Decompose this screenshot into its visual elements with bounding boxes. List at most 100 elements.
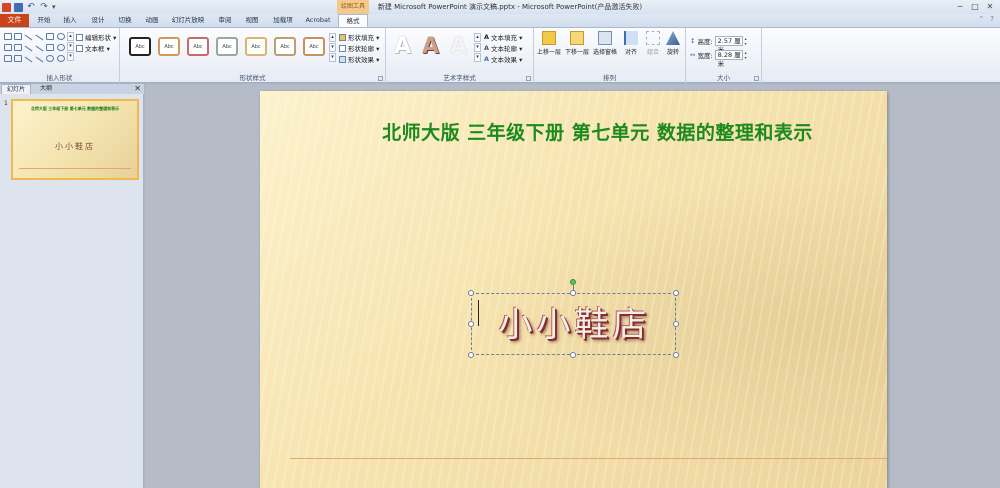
shape-style-6[interactable]: Abc xyxy=(274,37,296,56)
send-backward-button[interactable]: 下移一层 xyxy=(564,31,590,56)
tab-outline[interactable]: 大纲 xyxy=(33,84,59,94)
tab-design[interactable]: 设计 xyxy=(87,14,109,27)
minimize-ribbon-icon[interactable]: ⌃ xyxy=(978,15,984,23)
wordart-style-2[interactable]: A xyxy=(422,35,439,59)
curve-shape-icon[interactable] xyxy=(35,56,44,63)
group-label-arrange: 排列 xyxy=(603,74,616,82)
close-panel-icon[interactable]: ✕ xyxy=(134,84,141,94)
slide-thumbnail[interactable]: 北师大版 三年级下册 第七单元 数据的整理和表示 小小鞋店 xyxy=(11,99,139,180)
elbow-connector-icon[interactable] xyxy=(24,45,33,52)
triangle-shape-icon[interactable] xyxy=(14,44,22,51)
shape-style-5[interactable]: Abc xyxy=(245,37,267,56)
slide-title[interactable]: 北师大版 三年级下册 第七单元 数据的整理和表示 xyxy=(260,118,887,145)
arrow-shape-icon[interactable] xyxy=(35,34,44,41)
textbox-wordart-text[interactable]: 小小鞋店 xyxy=(472,306,677,344)
send-backward-icon xyxy=(570,31,584,45)
edit-shape-button[interactable]: 编辑形状 ▾ xyxy=(76,32,116,42)
rotation-handle[interactable] xyxy=(570,279,576,285)
tab-home[interactable]: 开始 xyxy=(33,14,55,27)
brace-left-shape-icon[interactable] xyxy=(46,55,54,62)
width-spinner-icon[interactable]: ▴ ▾ xyxy=(745,50,750,60)
shapes-scroll-up-icon[interactable]: ▴ xyxy=(67,32,74,41)
shape-fill-button[interactable]: 形状填充 ▾ xyxy=(339,32,379,42)
resize-handle-bottom-left[interactable] xyxy=(468,352,474,358)
tab-view[interactable]: 视图 xyxy=(241,14,263,27)
height-spinner-icon[interactable]: ▴ ▾ xyxy=(745,36,750,46)
rect-shape-icon[interactable] xyxy=(46,33,54,40)
freeform-shape-icon[interactable] xyxy=(14,55,22,62)
close-icon[interactable]: ✕ xyxy=(984,2,996,12)
selection-pane-label: 选择窗格 xyxy=(592,49,617,56)
curved-connector-icon[interactable] xyxy=(35,45,44,52)
resize-handle-left[interactable] xyxy=(468,321,474,327)
shape-style-4[interactable]: Abc xyxy=(216,37,238,56)
shape-style-2[interactable]: Abc xyxy=(158,37,180,56)
tab-insert[interactable]: 插入 xyxy=(59,14,81,27)
shape-effects-button[interactable]: 形状效果 ▾ xyxy=(339,54,379,64)
tab-acrobat[interactable]: Acrobat xyxy=(302,14,334,27)
minimize-icon[interactable]: ─ xyxy=(954,2,966,12)
width-input[interactable]: 8.28 厘米 xyxy=(714,50,743,68)
maximize-icon[interactable]: □ xyxy=(969,2,981,12)
resize-handle-top[interactable] xyxy=(570,290,576,296)
shape-styles-launcher-icon[interactable] xyxy=(378,76,383,81)
slide-canvas[interactable]: 北师大版 三年级下册 第七单元 数据的整理和表示 小小鞋店 xyxy=(260,91,887,488)
tab-animations[interactable]: 动画 xyxy=(141,14,163,27)
rotate-button[interactable]: 旋转 xyxy=(660,31,686,56)
wordart-style-3[interactable]: A xyxy=(450,35,467,59)
selection-pane-button[interactable]: 选择窗格 xyxy=(592,31,618,56)
tab-transitions[interactable]: 切换 xyxy=(114,14,136,27)
width-row: ↔ 宽度: 8.28 厘米 ▴ ▾ xyxy=(690,50,750,68)
styles-more-icon[interactable]: ▾ xyxy=(329,53,336,62)
styles-scroll-up-icon[interactable]: ▴ xyxy=(329,33,336,42)
styles-scroll-down-icon[interactable]: ▾ xyxy=(329,43,336,52)
wordart-scroll-down-icon[interactable]: ▾ xyxy=(474,43,481,52)
shapes-scroll-down-icon[interactable]: ▾ xyxy=(67,42,74,51)
tab-addins[interactable]: 加载项 xyxy=(268,14,298,27)
size-launcher-icon[interactable] xyxy=(754,76,759,81)
shape-style-3[interactable]: Abc xyxy=(187,37,209,56)
thumbnail-title: 北师大版 三年级下册 第七单元 数据的整理和表示 xyxy=(30,106,120,111)
text-box-button[interactable]: 文本框 ▾ xyxy=(76,43,110,53)
tab-format[interactable]: 格式 xyxy=(338,14,368,27)
height-input[interactable]: 2.57 厘米 xyxy=(714,36,743,54)
star-shape-icon[interactable] xyxy=(57,44,65,51)
resize-handle-top-right[interactable] xyxy=(673,290,679,296)
text-outline-button[interactable]: A 文本轮廓 ▾ xyxy=(484,43,522,53)
bring-forward-button[interactable]: 上移一层 xyxy=(536,31,562,56)
wordart-more-icon[interactable]: ▾ xyxy=(474,53,481,62)
rounded-rect-shape-icon[interactable] xyxy=(4,44,12,51)
group-label-wordart-styles: 艺术字样式 xyxy=(443,74,476,82)
textbox-shape-icon[interactable] xyxy=(14,33,22,40)
shape-style-7[interactable]: Abc xyxy=(303,37,325,56)
tab-file[interactable]: 文件 xyxy=(0,14,29,27)
resize-handle-bottom-right[interactable] xyxy=(673,352,679,358)
rectangle-shape-icon[interactable] xyxy=(4,33,12,40)
ribbon-body: ▴ ▾ ▾ 编辑形状 ▾ 文本框 ▾ 插入形状 Abc Abc Abc Abc … xyxy=(0,27,1000,83)
shapes-more-icon[interactable]: ▾ xyxy=(67,52,74,61)
resize-handle-top-left[interactable] xyxy=(468,290,474,296)
line-shape-icon[interactable] xyxy=(24,34,33,41)
oval-shape-icon[interactable] xyxy=(57,33,65,40)
shape-outline-button[interactable]: 形状轮廓 ▾ xyxy=(339,43,379,53)
resize-handle-bottom[interactable] xyxy=(570,352,576,358)
bring-forward-icon xyxy=(542,31,556,45)
selected-textbox[interactable]: 小小鞋店 xyxy=(471,293,676,355)
shape-style-1[interactable]: Abc xyxy=(129,37,151,56)
ribbon-controls: ⌃ ? xyxy=(978,15,994,23)
text-effects-button[interactable]: A 文本效果 ▾ xyxy=(484,54,522,64)
help-icon[interactable]: ? xyxy=(990,15,994,23)
brace-right-shape-icon[interactable] xyxy=(57,55,65,62)
wordart-scroll-up-icon[interactable]: ▴ xyxy=(474,33,481,42)
tab-slides[interactable]: 幻灯片 xyxy=(1,84,31,94)
tab-review[interactable]: 审阅 xyxy=(214,14,236,27)
resize-handle-right[interactable] xyxy=(673,321,679,327)
pentagon-shape-icon[interactable] xyxy=(4,55,12,62)
scribble-shape-icon[interactable] xyxy=(24,56,33,63)
tab-slideshow[interactable]: 幻灯片放映 xyxy=(168,14,208,27)
text-fill-button[interactable]: A 文本填充 ▾ xyxy=(484,32,522,42)
wordart-launcher-icon[interactable] xyxy=(526,76,531,81)
wordart-style-1[interactable]: A xyxy=(394,35,411,59)
slide-number: 1 xyxy=(4,100,8,107)
brace-shape-icon[interactable] xyxy=(46,44,54,51)
